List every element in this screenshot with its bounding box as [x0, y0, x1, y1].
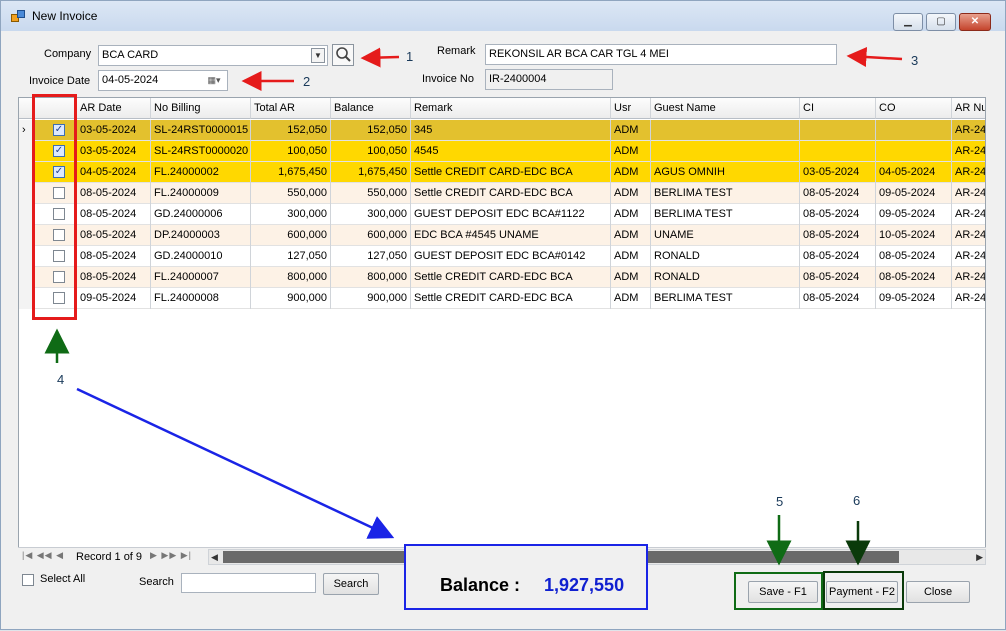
annotation-arrows — [44, 47, 903, 566]
arrow-1 — [360, 47, 400, 68]
arrow-3 — [846, 47, 903, 67]
arrow-4-balance — [76, 387, 395, 539]
new-invoice-window: New Invoice ▁ ▢ ✕ Company BCA CARD ▼ Inv… — [0, 0, 1006, 630]
